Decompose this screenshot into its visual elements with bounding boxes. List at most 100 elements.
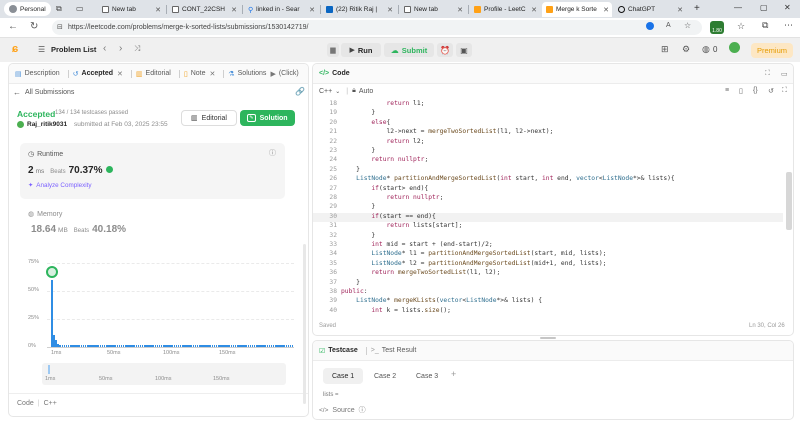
next-problem-icon[interactable]: › <box>119 43 122 54</box>
code-line[interactable]: 34 ListNode* l1 = partitionAndMergeSorte… <box>313 250 783 259</box>
problem-list-link[interactable]: Problem List <box>51 45 96 54</box>
tab-testcase[interactable]: ☑ Testcase <box>319 347 358 355</box>
tab-editorial[interactable]: ▥ Editorial <box>136 70 171 78</box>
shuffle-icon[interactable]: ⤨ <box>134 44 140 54</box>
code-line[interactable]: 30 if(start == end){ <box>313 212 783 223</box>
close-icon[interactable]: ✕ <box>117 70 123 78</box>
code-line[interactable]: 38 public: <box>313 288 783 297</box>
analyze-complexity-link[interactable]: ✦ Analyze Complexity <box>28 182 92 189</box>
code-line[interactable]: 31 return lists[start]; <box>313 222 783 231</box>
code-line[interactable]: 24 return nullptr; <box>313 156 783 165</box>
code-line[interactable]: 19 } <box>313 109 783 118</box>
solution-button[interactable]: ✎ Solution <box>240 110 295 126</box>
link-icon[interactable]: 🔗 <box>295 87 305 96</box>
extension-icon[interactable] <box>646 22 654 30</box>
code-line[interactable]: 40 int k = lists.size(); <box>313 307 783 316</box>
editor-scrollbar[interactable] <box>786 172 792 230</box>
debug-button[interactable]: ▆ <box>327 43 339 57</box>
code-line[interactable]: 27 if(start> end){ <box>313 185 783 194</box>
tab-note[interactable]: ▯ Note ✕ <box>184 70 216 78</box>
browser-tab-2[interactable]: CONT_22CSH ✕ <box>168 2 240 17</box>
your-submission-marker[interactable] <box>46 265 58 278</box>
expand-icon[interactable]: ⛶ <box>765 70 770 78</box>
chevron-down-icon[interactable]: ⌄ <box>335 88 340 95</box>
settings-icon[interactable]: ⚙ <box>682 44 690 55</box>
extension-badge[interactable]: 1.80 <box>710 21 724 34</box>
code-line[interactable]: 36 return mergeTwoSortedList(l1, l2); <box>313 269 783 278</box>
runtime-card[interactable]: ◷ Runtime ⓘ 2 ms Beats 70.37% ✦ Analyze Co… <box>20 143 285 199</box>
code-line[interactable]: 25 } <box>313 166 783 175</box>
favorites-bar-icon[interactable]: ☆ <box>737 21 745 32</box>
code-line[interactable]: 21 l2->next = mergeTwoSortedList(l1, l2-… <box>313 128 783 137</box>
close-icon[interactable]: ✕ <box>677 6 683 14</box>
code-line[interactable]: 35 ListNode* l2 = partitionAndMergeSorte… <box>313 260 783 269</box>
url-bar[interactable]: ⊟ https://leetcode.com/problems/merge-k-… <box>52 20 702 35</box>
case-1-button[interactable]: Case 1 <box>323 368 364 384</box>
browser-tab-6[interactable]: Profile - LeetC ✕ <box>470 2 540 17</box>
close-icon[interactable]: ✕ <box>603 6 609 14</box>
scrollbar[interactable] <box>303 244 306 404</box>
code-line[interactable]: 37 } <box>313 279 783 288</box>
collections-icon[interactable]: ⧉ <box>762 20 768 31</box>
runtime-distribution-chart[interactable]: 75% 50% 25% 0% 1ms 50ms 100ms 150ms 1ms 50ms 100ms… <box>9 259 308 389</box>
fullscreen-icon[interactable]: ⛶ <box>782 87 787 95</box>
close-icon[interactable]: ✕ <box>231 6 237 14</box>
resize-handle[interactable] <box>540 337 556 339</box>
mode-label[interactable]: Auto <box>359 88 373 95</box>
add-case-icon[interactable]: + <box>451 369 456 379</box>
close-icon[interactable]: ✕ <box>209 70 215 78</box>
layout-icon[interactable]: ⊞ <box>661 44 669 55</box>
code-line[interactable]: 28 return nullptr; <box>313 194 783 203</box>
case-3-button[interactable]: Case 3 <box>410 368 444 384</box>
editorial-button[interactable]: ▥ Editorial <box>181 110 237 126</box>
close-icon[interactable]: ✕ <box>457 6 463 14</box>
leetcode-logo-icon[interactable]: ɕ <box>12 43 18 55</box>
memory-header[interactable]: ◍ Memory <box>28 210 62 219</box>
format-icon[interactable]: ≡ <box>725 87 729 94</box>
minimize-icon[interactable]: — <box>734 3 742 12</box>
new-tab-icon[interactable]: + <box>694 3 700 14</box>
tab-description[interactable]: ▤ Description <box>15 70 60 78</box>
close-window-icon[interactable]: ✕ <box>784 3 791 12</box>
profile-button[interactable]: Personal <box>4 2 51 16</box>
language-select[interactable]: C++ <box>319 88 332 95</box>
case-2-button[interactable]: Case 2 <box>368 368 402 384</box>
source-toggle[interactable]: </> Source ⓘ <box>319 405 366 415</box>
tab-accepted[interactable]: ↺ Accepted ✕ <box>73 70 123 78</box>
code-line[interactable]: 39 ListNode* mergeKLists(vector<ListNode… <box>313 297 783 306</box>
browser-tab-1[interactable]: New tab ✕ <box>98 2 164 17</box>
close-icon[interactable]: ✕ <box>155 6 161 14</box>
close-icon[interactable]: ✕ <box>531 6 537 14</box>
back-icon[interactable]: ← <box>8 21 18 32</box>
browser-tab-3[interactable]: ⚲ linked in - Sear ✕ <box>244 2 318 17</box>
tab-test-result[interactable]: >_ Test Result <box>371 347 417 354</box>
streak-icon[interactable]: ◍ <box>702 44 710 55</box>
braces-icon[interactable]: {} <box>753 87 758 94</box>
browser-tab-8[interactable]: ChatGPT ✕ <box>614 2 686 17</box>
prev-problem-icon[interactable]: ‹ <box>103 43 106 54</box>
info-icon[interactable]: ⓘ <box>269 148 276 158</box>
code-line[interactable]: 18 return l1; <box>313 100 783 109</box>
code-line[interactable]: 20 else{ <box>313 119 783 128</box>
close-icon[interactable]: ✕ <box>309 6 315 14</box>
site-info-icon[interactable]: ⊟ <box>57 23 63 31</box>
notes-button[interactable]: ▣ <box>456 43 472 57</box>
read-aloud-icon[interactable]: A <box>666 22 671 29</box>
premium-button[interactable]: Premium <box>751 43 793 58</box>
maximize-icon[interactable]: ▢ <box>760 3 768 12</box>
code-line[interactable]: 23 } <box>313 147 783 156</box>
favorite-icon[interactable]: ☆ <box>684 21 691 30</box>
tab-actions-icon[interactable]: ▭ <box>76 4 84 13</box>
bookmark-icon[interactable]: ▯ <box>739 87 743 95</box>
all-submissions-link[interactable]: ← All Submissions <box>13 88 74 97</box>
more-icon[interactable]: ⋯ <box>784 20 793 31</box>
submit-button[interactable]: ☁ Submit <box>384 43 434 57</box>
username[interactable]: Raj_ritik9031 <box>27 121 67 128</box>
timer-button[interactable]: ⏰ <box>437 43 453 57</box>
tab-solutions[interactable]: ⚗ Solutions <box>228 70 266 78</box>
panel-menu-icon[interactable]: ▭ <box>781 70 788 78</box>
tab-click[interactable]: ▶ (Click) <box>270 70 298 78</box>
code-line[interactable]: 32 } <box>313 232 783 241</box>
workspaces-icon[interactable]: ⧉ <box>56 4 62 14</box>
browser-tab-5[interactable]: New tab ✕ <box>400 2 466 17</box>
